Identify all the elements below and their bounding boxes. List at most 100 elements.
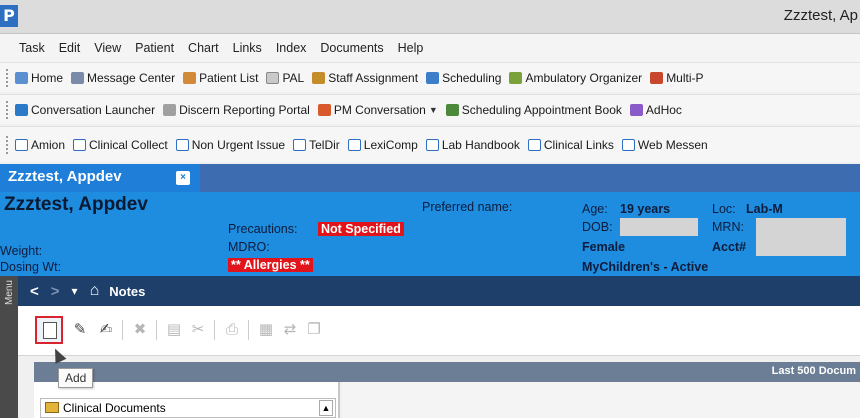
menu-index[interactable]: Index <box>269 41 314 55</box>
toolbar-pal-button[interactable]: PAL <box>266 71 304 85</box>
message-icon <box>71 71 85 84</box>
toolbar-secondary: Conversation Launcher Discern Reporting … <box>0 94 860 124</box>
toolbar-main: Home Message Center Patient List PAL Sta… <box>0 62 860 92</box>
folder-icon <box>45 402 59 413</box>
toolbar-grip[interactable] <box>6 135 9 154</box>
menu-edit[interactable]: Edit <box>52 41 88 55</box>
precautions-label: Precautions: <box>228 222 298 236</box>
web-link-icon <box>621 138 635 151</box>
patient-icon <box>183 71 197 84</box>
page-title: Notes <box>109 283 146 299</box>
patient-name: Zzztest, Appdev <box>4 194 148 215</box>
web-link-icon <box>293 138 307 151</box>
chevron-down-icon[interactable]: ▾ <box>72 284 78 298</box>
dob-label: DOB: <box>582 220 613 234</box>
toolbar-adhoc-button[interactable]: AdHoc <box>629 103 682 117</box>
document-count-label: Last 500 Docum <box>771 365 856 377</box>
redacted-dob <box>620 218 698 236</box>
window-title: Zzztest, Ap <box>783 7 858 24</box>
copy-icon[interactable]: ❐ <box>304 320 324 340</box>
title-bar: P Zzztest, Ap <box>0 0 860 34</box>
toolbar-multi-button[interactable]: Multi-P <box>650 71 704 85</box>
toolbar-staff-assignment-button[interactable]: Staff Assignment <box>312 71 418 85</box>
forward-signature-icon[interactable]: ✍ <box>96 320 116 340</box>
toolbar-separator <box>122 320 123 340</box>
documents-header-bar: Last 500 Docum <box>34 362 860 382</box>
forward-button[interactable]: > <box>51 283 60 300</box>
dosing-weight-label: Dosing Wt: <box>0 260 62 274</box>
mdro-label: MDRO: <box>228 240 270 254</box>
navigation-bar: < > ▾ ⌂ Notes <box>18 276 860 306</box>
patient-tab-label: Zzztest, Appdev <box>8 168 122 185</box>
link-lab-handbook[interactable]: Lab Handbook <box>425 138 520 152</box>
toolbar-appointment-book-button[interactable]: Scheduling Appointment Book <box>445 103 622 117</box>
close-icon[interactable]: × <box>176 171 190 185</box>
location-value: Lab-M <box>746 202 783 216</box>
delete-icon[interactable]: ✖ <box>130 320 150 340</box>
print-icon[interactable]: ⎙ <box>222 320 242 340</box>
menu-links[interactable]: Links <box>226 41 269 55</box>
toolbar-grip[interactable] <box>6 100 9 119</box>
menu-help[interactable]: Help <box>391 41 431 55</box>
toolbar-home-button[interactable]: Home <box>15 71 63 85</box>
scroll-up-button[interactable]: ▲ <box>319 400 333 416</box>
mrn-label: MRN: <box>712 220 744 234</box>
sex-value: Female <box>582 240 626 254</box>
toolbar-ambulatory-organizer-button[interactable]: Ambulatory Organizer <box>509 71 642 85</box>
web-link-icon <box>15 138 28 151</box>
add-note-button[interactable] <box>35 316 63 344</box>
link-teldir[interactable]: TelDir <box>293 138 340 152</box>
patient-banner: Zzztest, Appdev Preferred name: Precauti… <box>0 192 860 276</box>
link-amion[interactable]: Amion <box>15 138 65 152</box>
link-clinical-links[interactable]: Clinical Links <box>527 138 614 152</box>
patient-tab[interactable]: Zzztest, Appdev × <box>0 164 200 192</box>
menu-chart[interactable]: Chart <box>181 41 226 55</box>
multi-icon <box>650 71 664 84</box>
portal-status: MyChildren's - Active <box>582 260 709 274</box>
home-icon <box>15 71 28 84</box>
menu-patient[interactable]: Patient <box>128 41 181 55</box>
toolbar-conversation-launcher-button[interactable]: Conversation Launcher <box>15 103 155 117</box>
chevron-down-icon[interactable]: ▼ <box>429 105 438 115</box>
toolbar-grip[interactable] <box>6 68 9 87</box>
preview-icon[interactable]: ▤ <box>164 320 184 340</box>
home-icon[interactable]: ⌂ <box>90 282 100 300</box>
toolbar-separator <box>156 320 157 340</box>
sign-icon[interactable]: ✎ <box>70 320 90 340</box>
web-link-icon <box>73 138 87 151</box>
toolbar-separator <box>248 320 249 340</box>
toolbar-patient-list-button[interactable]: Patient List <box>183 71 258 85</box>
link-non-urgent-issue[interactable]: Non Urgent Issue <box>175 138 285 152</box>
notes-toolbar: ✎ ✍ ✖ ▤ ✂ ⎙ ▦ ⇄ ❐ <box>18 306 860 356</box>
link-web-messenger[interactable]: Web Messen <box>621 138 708 152</box>
staff-icon <box>312 71 326 84</box>
toolbar-discern-portal-button[interactable]: Discern Reporting Portal <box>163 103 310 117</box>
menu-documents[interactable]: Documents <box>313 41 390 55</box>
adhoc-icon <box>629 103 643 116</box>
web-link-icon <box>527 138 541 151</box>
preferred-name-label: Preferred name: <box>422 200 513 214</box>
menu-view[interactable]: View <box>87 41 128 55</box>
menu-bar: Task Edit View Patient Chart Links Index… <box>0 34 860 62</box>
discern-icon <box>163 103 177 116</box>
app-logo-icon: P <box>0 5 18 27</box>
view-icon[interactable]: ▦ <box>256 320 276 340</box>
toolbar-message-center-button[interactable]: Message Center <box>71 71 175 85</box>
side-menu[interactable]: Menu <box>0 276 18 418</box>
toolbar-links: Amion Clinical Collect Non Urgent Issue … <box>0 126 860 162</box>
pal-icon <box>266 71 280 84</box>
precautions-badge[interactable]: Not Specified <box>318 222 404 236</box>
link-lexicomp[interactable]: LexiComp <box>347 138 418 152</box>
menu-task[interactable]: Task <box>12 41 52 55</box>
toolbar-scheduling-button[interactable]: Scheduling <box>426 71 501 85</box>
back-button[interactable]: < <box>30 283 39 300</box>
side-menu-label: Menu <box>3 280 15 306</box>
link-clinical-collect[interactable]: Clinical Collect <box>73 138 168 152</box>
allergies-badge[interactable]: ** Allergies ** <box>228 258 313 272</box>
toolbar-separator <box>214 320 215 340</box>
schedule-book-icon <box>445 103 459 116</box>
route-icon[interactable]: ⇄ <box>280 320 300 340</box>
tree-item-clinical-documents[interactable]: Clinical Documents ▲ <box>40 398 336 418</box>
toolbar-pm-conversation-button[interactable]: PM Conversation ▼ <box>317 103 438 117</box>
modify-icon[interactable]: ✂ <box>188 320 208 340</box>
